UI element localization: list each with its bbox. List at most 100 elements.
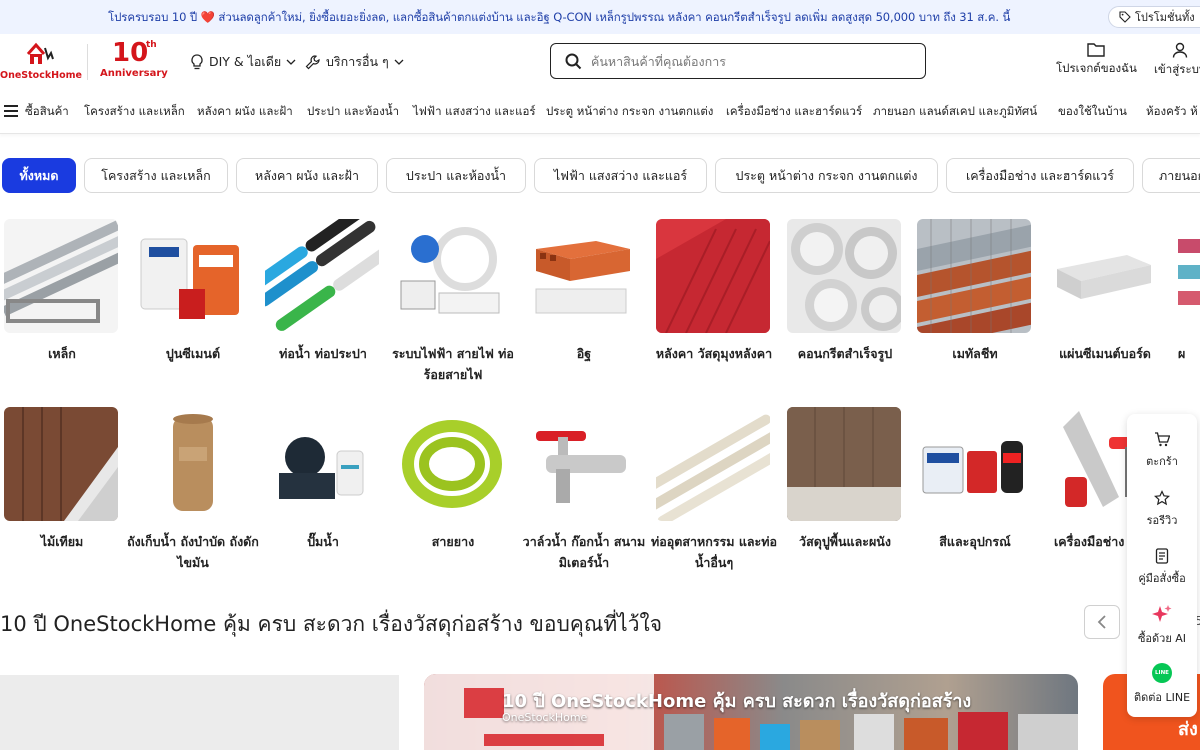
ai-sparkle-icon xyxy=(1152,605,1172,622)
bricks-image xyxy=(526,219,640,333)
category-tile-label: ระบบไฟฟ้า สายไฟ ท่อร้อยสายไฟ xyxy=(392,346,514,382)
login-label: เข้าสู่ระบบ xyxy=(1154,62,1200,76)
chip-roof-wall-ceiling[interactable]: หลังคา ผนัง และฝ้า xyxy=(236,158,378,193)
line-icon: LINE xyxy=(1152,663,1172,683)
category-menu-item[interactable]: โครงสร้าง และเหล็ก xyxy=(84,103,185,121)
order-guide-button[interactable]: คู่มือสั่งซื้อ xyxy=(1127,548,1197,587)
paint-image xyxy=(917,407,1031,521)
garden-hose-image xyxy=(395,407,509,521)
category-tile-label: ปั๊มน้ำ xyxy=(307,534,339,549)
banner-right-text: ส่ง xyxy=(1178,719,1198,740)
chip-all[interactable]: ทั้งหมด xyxy=(2,158,76,193)
heart-icon: ❤️ xyxy=(200,10,215,24)
anniversary-word: Anniversary xyxy=(100,68,168,79)
roof-sheet-image xyxy=(656,219,770,333)
chevron-down-icon xyxy=(286,59,296,65)
category-tile-label: สีและอุปกรณ์ xyxy=(939,534,1011,549)
chip-doors-windows[interactable]: ประตู หน้าต่าง กระจก งานตกแต่ง xyxy=(715,158,938,193)
hamburger-menu-icon[interactable] xyxy=(4,105,18,117)
search-input[interactable] xyxy=(591,53,891,69)
contact-line-label: ติดต่อ LINE xyxy=(1133,691,1191,704)
category-tile-label: วัสดุปูพื้นและผนัง xyxy=(799,534,891,549)
category-tile-label: หลังคา วัสดุมุงหลังคา xyxy=(655,346,773,361)
promo-banner-left[interactable] xyxy=(0,675,399,750)
nav-services-label: บริการอื่น ๆ xyxy=(326,54,389,69)
water-pump-image xyxy=(265,407,379,521)
category-tile-label: ถังเก็บน้ำ ถังบำบัด ถังดักไขมัน xyxy=(127,534,259,570)
login-button[interactable]: เข้าสู่ระบบ xyxy=(1154,42,1200,79)
industrial-pipes-image xyxy=(656,407,770,521)
promo-video-banner[interactable]: 10 ปี OneStockHome คุ้ม ครบ สะดวก เรื่อง… xyxy=(424,674,1078,750)
carousel-prev-button[interactable] xyxy=(1084,605,1120,639)
anniversary-badge: 10 th Anniversary xyxy=(100,38,170,84)
category-tile-label: ท่อน้ำ ท่อประปา xyxy=(279,346,367,361)
folder-icon xyxy=(1087,43,1106,57)
chip-plumbing-bathroom[interactable]: ประปา และห้องน้ำ xyxy=(386,158,526,193)
star-icon xyxy=(1154,490,1170,506)
cart-icon xyxy=(1155,432,1170,447)
search-icon xyxy=(565,53,582,69)
line-icon-text: LINE xyxy=(1155,670,1169,676)
metal-sheet-image xyxy=(917,219,1031,333)
chevron-down-icon xyxy=(394,59,404,65)
contact-line-button[interactable]: LINE ติดต่อ LINE xyxy=(1127,663,1197,706)
announcement-text-after: ส่วนลดลูกค้าใหม่, ยิ่งซื้อเยอะยิ่งลด, แล… xyxy=(218,10,1011,24)
filter-chips: ทั้งหมด โครงสร้าง และเหล็ก หลังคา ผนัง แ… xyxy=(0,158,1200,194)
logo-divider xyxy=(87,44,88,80)
floating-side-panel: ตะกร้า รอรีวิว คู่มือสั่งซื้อ ซื้อด้วย A… xyxy=(1127,414,1197,717)
partial-category-image xyxy=(1178,219,1200,333)
review-label: รอรีวิว xyxy=(1146,514,1178,527)
category-tile-label: ท่ออุตสาหกรรม และท่อน้ำอื่นๆ xyxy=(650,534,778,570)
video-banner-subtitle: OneStockHome xyxy=(502,711,588,724)
nav-services-dropdown[interactable]: บริการอื่น ๆ xyxy=(305,52,404,72)
cart-label: ตะกร้า xyxy=(1146,455,1178,468)
order-guide-label: คู่มือสั่งซื้อ xyxy=(1138,572,1186,585)
category-tile-label: สายยาง xyxy=(431,534,475,549)
nav-diy-dropdown[interactable]: DIY & ไอเดีย xyxy=(190,52,296,72)
section-title: 10 ปี OneStockHome คุ้ม ครบ สะดวก เรื่อง… xyxy=(0,612,663,636)
search-bar[interactable] xyxy=(550,43,926,79)
chip-electrical-lighting[interactable]: ไฟฟ้า แสงสว่าง และแอร์ xyxy=(534,158,707,193)
cart-button[interactable]: ตะกร้า xyxy=(1127,432,1197,470)
all-promotions-label: โปรโมชั่นทั้ง xyxy=(1135,11,1195,24)
onestockhome-logo[interactable]: OneStockHome xyxy=(0,40,82,84)
ai-shopping-label: ซื้อด้วย AI xyxy=(1137,632,1187,645)
category-menu-item[interactable]: ห้องครัว ห้ xyxy=(1146,103,1198,121)
water-tank-image xyxy=(135,407,249,521)
category-tile-label: ไม้เทียม xyxy=(40,534,84,549)
category-tile-label: เหล็ก xyxy=(48,346,76,361)
my-projects-label: โปรเจกต์ของฉัน xyxy=(1056,61,1137,75)
my-projects-button[interactable]: โปรเจกต์ของฉัน xyxy=(1056,42,1137,78)
synthetic-wood-image xyxy=(4,407,118,521)
category-menu-item[interactable]: หลังคา ผนัง และฝ้า xyxy=(197,103,293,121)
category-menu: ซื้อสินค้า โครงสร้าง และเหล็ก หลังคา ผนั… xyxy=(0,88,1200,134)
category-menu-item[interactable]: ของใช้ในบ้าน xyxy=(1058,103,1127,121)
header: OneStockHome 10 th Anniversary DIY & ไอเ… xyxy=(0,34,1200,88)
document-icon xyxy=(1155,548,1169,564)
cement-bags-image xyxy=(135,219,249,333)
category-tile-label: ผ xyxy=(1178,346,1186,361)
steel-pipes-image xyxy=(4,219,118,333)
category-menu-all[interactable]: ซื้อสินค้า xyxy=(25,103,69,121)
category-menu-item[interactable]: ไฟฟ้า แสงสว่าง และแอร์ xyxy=(413,103,536,121)
category-menu-item[interactable]: ภายนอก แลนด์สเคป และภูมิทัศน์ xyxy=(873,103,1037,121)
category-menu-item[interactable]: ประตู หน้าต่าง กระจก งานตกแต่ง xyxy=(546,103,713,121)
review-button[interactable]: รอรีวิว xyxy=(1127,490,1197,529)
nav-diy-label: DIY & ไอเดีย xyxy=(209,54,282,69)
chip-tools-hardware[interactable]: เครื่องมือช่าง และฮาร์ดแวร์ xyxy=(946,158,1134,193)
announcement-text[interactable]: โปรครบรอบ 10 ปี ❤️ ส่วนลดลูกค้าใหม่, ยิ่… xyxy=(108,9,1010,27)
category-menu-item[interactable]: ประปา และห้องน้ำ xyxy=(307,103,399,121)
announcement-text-before: โปรครบรอบ 10 ปี xyxy=(108,10,198,24)
water-valve-image xyxy=(526,407,640,521)
category-tile-label: อิฐ xyxy=(576,346,592,361)
all-promotions-button[interactable]: โปรโมชั่นทั้ง xyxy=(1108,6,1200,28)
electrical-wiring-image xyxy=(395,219,509,333)
user-icon xyxy=(1172,42,1188,58)
chip-structure-steel[interactable]: โครงสร้าง และเหล็ก xyxy=(84,158,228,193)
lightbulb-icon xyxy=(191,54,203,70)
ai-shopping-button[interactable]: ซื้อด้วย AI xyxy=(1127,604,1197,647)
house-logo-icon xyxy=(26,42,54,64)
category-menu-item[interactable]: เครื่องมือช่าง และฮาร์ดแวร์ xyxy=(726,103,862,121)
chip-outdoor[interactable]: ภายนอก xyxy=(1142,158,1200,193)
page: โปรครบรอบ 10 ปี ❤️ ส่วนลดลูกค้าใหม่, ยิ่… xyxy=(0,0,1200,750)
